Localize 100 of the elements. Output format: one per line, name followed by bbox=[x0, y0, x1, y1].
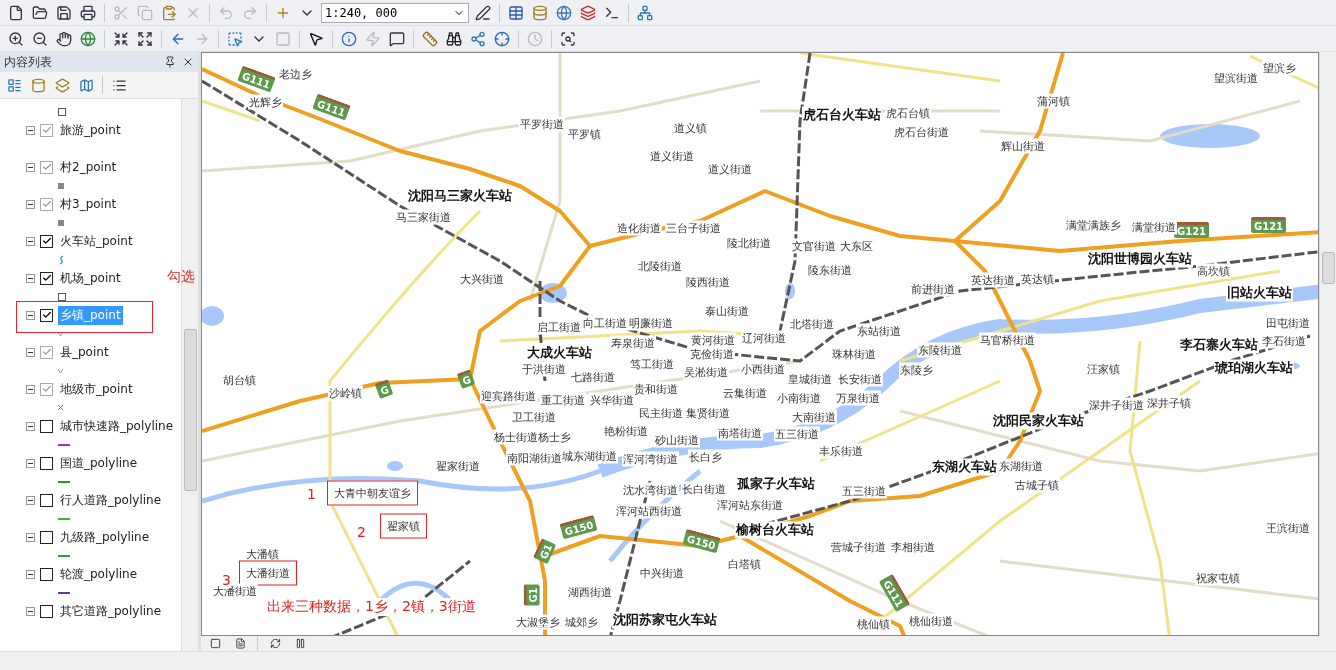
annotation-text: 出来三种数据，1乡，2镇，3街道 bbox=[267, 598, 476, 616]
pin-icon[interactable] bbox=[164, 56, 176, 68]
place-label: 辽河街道 bbox=[741, 330, 787, 346]
collapse-icon[interactable] bbox=[26, 606, 35, 616]
layer-checkbox[interactable] bbox=[40, 382, 53, 396]
place-label: 中兴街道 bbox=[639, 565, 685, 581]
layer-name[interactable]: 九级路_polyline bbox=[58, 527, 152, 547]
layer-name[interactable]: 村2_point bbox=[58, 157, 119, 177]
place-label: 大淑堡乡 bbox=[515, 614, 561, 630]
layer-checkbox[interactable] bbox=[40, 530, 53, 544]
layer-name[interactable]: 地级市_point bbox=[58, 379, 135, 399]
place-label: 浑河站西街道 bbox=[615, 503, 683, 519]
highway-shield: G bbox=[374, 379, 394, 399]
highway-shield: G150 bbox=[682, 528, 721, 554]
collapse-icon[interactable] bbox=[26, 421, 35, 431]
collapse-icon[interactable] bbox=[26, 532, 35, 542]
highway-shield: G121 bbox=[1174, 222, 1210, 238]
place-label: 田屯街道 bbox=[1265, 315, 1311, 331]
scale-dropdown[interactable]: 1:240, 000 bbox=[321, 2, 469, 23]
place-label: 深井子镇 bbox=[1146, 395, 1192, 411]
place-label: 迎宾路街道 bbox=[480, 388, 537, 404]
tick-symbol-icon bbox=[58, 368, 63, 373]
panel-title: 内容列表 bbox=[4, 53, 52, 71]
station-label: 琥珀湖火车站 bbox=[1214, 359, 1294, 377]
place-label: 珠林街道 bbox=[831, 346, 877, 362]
collapse-icon[interactable] bbox=[26, 125, 35, 135]
layer-name[interactable]: 县_point bbox=[58, 342, 111, 362]
collapse-icon[interactable] bbox=[26, 384, 35, 394]
layer-checkbox[interactable] bbox=[40, 567, 53, 581]
layer-name[interactable]: 轮渡_polyline bbox=[58, 564, 140, 584]
annotation-text: 3 bbox=[222, 572, 231, 588]
place-label: 满堂街道 bbox=[1131, 219, 1177, 235]
station-label: 东湖火车站 bbox=[931, 458, 998, 476]
place-label: 城东湖街道 bbox=[561, 448, 618, 464]
layer-checkbox[interactable] bbox=[40, 197, 53, 211]
place-label: 陵东街道 bbox=[807, 262, 853, 278]
layer-name[interactable]: 火车站_point bbox=[58, 231, 135, 251]
place-label: 蒲河镇 bbox=[1036, 93, 1071, 109]
place-label: 于洪街道 bbox=[521, 361, 567, 377]
place-label: 集贤街道 bbox=[685, 405, 731, 421]
scrollbar[interactable] bbox=[181, 99, 198, 651]
station-label: 旧站火车站 bbox=[1226, 284, 1293, 302]
station-label: 孤家子火车站 bbox=[736, 475, 816, 493]
place-label: 桃仙街道 bbox=[908, 613, 954, 629]
place-label: 汪家镇 bbox=[1086, 361, 1121, 377]
scrollbar[interactable] bbox=[1319, 52, 1336, 636]
collapse-icon[interactable] bbox=[26, 347, 35, 357]
place-label: 民主街道 bbox=[638, 405, 684, 421]
place-label: 辉山街道 bbox=[1000, 138, 1046, 154]
highway-shield: G111 bbox=[312, 93, 351, 121]
collapse-icon[interactable] bbox=[26, 569, 35, 579]
layer-checkbox[interactable] bbox=[40, 604, 53, 618]
place-label: 道义镇 bbox=[673, 120, 708, 136]
place-label: 道义街道 bbox=[649, 148, 695, 164]
place-label: 丰乐街道 bbox=[818, 443, 864, 459]
layer-checkbox[interactable] bbox=[40, 456, 53, 470]
station-label: 沈阳苏家屯火车站 bbox=[612, 611, 718, 629]
place-label: 小南街道 bbox=[776, 390, 822, 406]
place-label: 明廉街道 bbox=[628, 315, 674, 331]
collapse-icon[interactable] bbox=[26, 199, 35, 209]
highway-shield: G1 bbox=[532, 538, 557, 564]
station-label: 大成火车站 bbox=[526, 344, 593, 362]
highway-shield: G150 bbox=[559, 514, 598, 540]
layer-name[interactable]: 国道_polyline bbox=[58, 453, 140, 473]
station-label: 沈阳民家火车站 bbox=[992, 412, 1085, 430]
place-label: 满堂满族乡 bbox=[1065, 217, 1122, 233]
collapse-icon[interactable] bbox=[26, 310, 35, 320]
place-label: 大东区 bbox=[839, 238, 874, 254]
layer-checkbox[interactable] bbox=[40, 271, 53, 285]
layer-checkbox[interactable] bbox=[40, 160, 53, 174]
layer-checkbox[interactable] bbox=[40, 493, 53, 507]
place-label: 沈水湾街道 bbox=[622, 482, 679, 498]
close-icon[interactable] bbox=[182, 56, 194, 68]
place-label: 王滨街道 bbox=[1265, 520, 1311, 536]
place-label: 东陵乡 bbox=[899, 362, 934, 378]
collapse-icon[interactable] bbox=[26, 458, 35, 468]
layer-checkbox[interactable] bbox=[40, 123, 53, 137]
layer-checkbox[interactable] bbox=[40, 345, 53, 359]
place-label: 造化街道 bbox=[616, 220, 662, 236]
layer-name[interactable]: 其它道路_polyline bbox=[58, 601, 164, 621]
place-label: 道义街道 bbox=[707, 161, 753, 177]
station-label: 榆树台火车站 bbox=[735, 521, 815, 539]
layer-name[interactable]: 行人道路_polyline bbox=[58, 490, 164, 510]
collapse-icon[interactable] bbox=[26, 273, 35, 283]
layer-name[interactable]: 机场_point bbox=[58, 268, 123, 288]
place-label: 文官街道 bbox=[791, 238, 837, 254]
layer-name[interactable]: 城市快速路_polyline bbox=[58, 416, 176, 436]
annotation-text: 2 bbox=[357, 524, 366, 540]
collapse-icon[interactable] bbox=[26, 495, 35, 505]
place-label: 英达镇 bbox=[1020, 271, 1055, 287]
layer-name[interactable]: 村3_point bbox=[58, 194, 119, 214]
collapse-icon[interactable] bbox=[26, 162, 35, 172]
place-label: 平罗街道 bbox=[519, 116, 565, 132]
square-symbol-icon bbox=[58, 182, 64, 189]
layer-checkbox[interactable] bbox=[40, 419, 53, 433]
layer-checkbox[interactable] bbox=[40, 234, 53, 248]
place-label: 寿泉街道 bbox=[610, 335, 656, 351]
layer-name[interactable]: 旅游_point bbox=[58, 120, 123, 140]
layer-checkbox[interactable] bbox=[40, 308, 53, 322]
collapse-icon[interactable] bbox=[26, 236, 35, 246]
